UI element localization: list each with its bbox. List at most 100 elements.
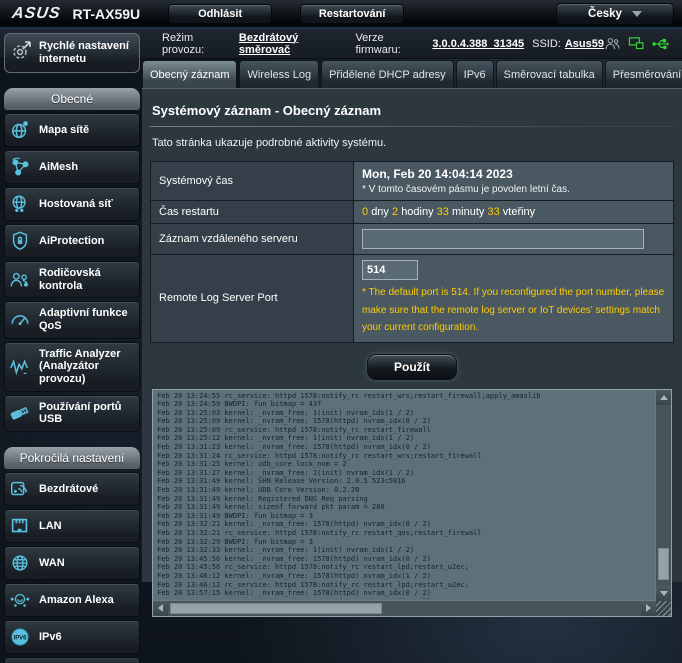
uptime-days-unit: dny <box>371 206 389 218</box>
sidebar-item-amazon-alexa[interactable]: Amazon Alexa <box>4 583 140 617</box>
system-log-viewer[interactable]: Feb 20 13:24:55 rc_service: httpd 1578:n… <box>152 389 672 617</box>
sidebar-item-lan[interactable]: LAN <box>4 509 140 543</box>
reboot-button[interactable]: Restartování <box>300 4 404 24</box>
triangle-left-icon <box>158 604 163 612</box>
ssid-label: SSID: <box>532 38 561 50</box>
title-divider <box>150 126 674 127</box>
sidebar-item-label: AiMesh <box>39 161 78 174</box>
guest-network-icon <box>8 193 32 215</box>
aiprotection-icon <box>8 230 32 252</box>
sidebar-item-wan[interactable]: WAN <box>4 546 140 580</box>
uptime-days: 0 <box>362 206 368 218</box>
sidebar-item-adaptive-qos[interactable]: Adaptivní funkce QoS <box>4 301 140 338</box>
router-model: RT-AX59U <box>72 6 140 22</box>
sidebar-item-label: Adaptivní funkce QoS <box>39 307 136 332</box>
language-dropdown[interactable]: Česky <box>556 3 674 25</box>
horizontal-scrollbar[interactable] <box>153 600 656 616</box>
uptime-minutes-unit: minuty <box>452 206 484 218</box>
system-time-value: Mon, Feb 20 14:04:14 2023 <box>362 167 665 181</box>
sidebar-item-label: LAN <box>39 520 62 533</box>
apply-button[interactable]: Použít <box>367 354 457 380</box>
logout-button[interactable]: Odhlásit <box>168 4 272 24</box>
sidebar-item-label: Traffic Analyzer (Analyzátor provozu) <box>39 348 136 386</box>
dst-note: * V tomto časovém pásmu je povolen letní… <box>362 184 665 195</box>
ipv6-icon: IPV6 <box>8 626 32 648</box>
operation-mode-label: Režim provozu: <box>162 32 235 56</box>
uptime-seconds-unit: vteřiny <box>503 206 535 218</box>
tab-general-log[interactable]: Obecný záznam <box>142 60 237 88</box>
sidebar-item-label: WAN <box>39 557 65 570</box>
remote-port-input[interactable] <box>362 260 418 280</box>
qos-icon <box>8 309 32 331</box>
vertical-scroll-thumb[interactable] <box>658 548 669 580</box>
table-row: Remote Log Server Port * The default por… <box>151 255 674 343</box>
scroll-up-button[interactable] <box>656 390 671 405</box>
main-content: Obecný záznam Wireless Log Přidělené DHC… <box>142 60 682 582</box>
sidebar-item-aiprotection[interactable]: AiProtection <box>4 224 140 258</box>
sidebar-item-label: IPv6 <box>39 631 62 644</box>
sidebar-item-parental-controls[interactable]: Rodičovská kontrola <box>4 261 140 298</box>
ssid-link[interactable]: Asus59 <box>565 38 604 50</box>
sidebar: Rychlé nastavení internetu Obecné Mapa s… <box>4 33 140 663</box>
chevron-down-icon <box>632 11 642 17</box>
operation-mode-link[interactable]: Bezdrátový směrovač <box>239 32 348 56</box>
table-row: Čas restartu 0 dny 2 hodiny 33 minuty 33… <box>151 201 674 224</box>
tab-port-forwarding[interactable]: Přesměrování portů <box>605 60 682 88</box>
system-log-text[interactable]: Feb 20 13:24:55 rc_service: httpd 1578:n… <box>157 392 654 599</box>
top-banner: ASUS RT-AX59U Odhlásit Restartování Česk… <box>0 0 682 29</box>
sidebar-item-label: Bezdrátové <box>39 483 98 496</box>
language-value: Česky <box>588 8 622 20</box>
triangle-up-icon <box>660 395 668 400</box>
sidebar-item-wireless[interactable]: Bezdrátové <box>4 472 140 506</box>
sidebar-item-guest-network[interactable]: Hostovaná síť <box>4 187 140 221</box>
sidebar-item-label: AiProtection <box>39 235 104 248</box>
page-description: Tato stránka ukazuje podrobné aktivity s… <box>152 137 672 149</box>
lan-icon <box>8 515 32 537</box>
sidebar-item-label: Používání portů USB <box>39 401 136 426</box>
remote-server-label: Záznam vzdáleného serveru <box>151 224 354 255</box>
sidebar-item-ipv6[interactable]: IPV6 IPv6 <box>4 620 140 654</box>
quick-setup-gear-icon <box>9 39 33 67</box>
network-devices-icon[interactable] <box>628 36 645 51</box>
sidebar-item-partial[interactable] <box>4 657 140 663</box>
sidebar-item-quick-internet-setup[interactable]: Rychlé nastavení internetu <box>4 33 140 73</box>
uptime-hours-unit: hodiny <box>401 206 433 218</box>
sidebar-item-label: Mapa sítě <box>39 124 89 137</box>
sidebar-section-general[interactable]: Obecné <box>4 88 140 110</box>
usb-status-icon[interactable] <box>652 37 670 51</box>
clients-icon[interactable] <box>604 36 621 51</box>
sidebar-section-advanced[interactable]: Pokročilá nastavení <box>4 447 140 469</box>
table-row: Záznam vzdáleného serveru <box>151 224 674 255</box>
network-map-icon <box>8 119 32 141</box>
scroll-left-button[interactable] <box>153 601 168 616</box>
sidebar-item-label: Rodičovská kontrola <box>39 267 136 292</box>
uptime-seconds: 33 <box>487 206 499 218</box>
sidebar-item-aimesh[interactable]: AiMesh <box>4 150 140 184</box>
sidebar-item-traffic-analyzer[interactable]: Traffic Analyzer (Analyzátor provozu) <box>4 342 140 392</box>
resize-grip[interactable] <box>656 601 671 616</box>
wireless-icon <box>8 478 32 500</box>
sidebar-item-label: Amazon Alexa <box>39 594 114 607</box>
scroll-right-button[interactable] <box>641 601 656 616</box>
tab-wireless-log[interactable]: Wireless Log <box>239 60 319 88</box>
uptime-minutes: 33 <box>437 206 449 218</box>
sidebar-item-network-map[interactable]: Mapa sítě <box>4 113 140 147</box>
remote-server-input[interactable] <box>362 229 644 249</box>
uptime-hours: 2 <box>392 206 398 218</box>
sidebar-item-label: Rychlé nastavení internetu <box>39 40 135 66</box>
remote-port-note: * The default port is 514. If you reconf… <box>362 284 665 337</box>
sidebar-item-usb-application[interactable]: Používání portů USB <box>4 395 140 432</box>
wan-icon <box>8 552 32 574</box>
horizontal-scroll-thumb[interactable] <box>170 603 382 614</box>
tab-dhcp-leases[interactable]: Přidělené DHCP adresy <box>321 60 454 88</box>
scroll-down-button[interactable] <box>656 586 671 601</box>
remote-port-label: Remote Log Server Port <box>151 255 354 343</box>
firmware-version-link[interactable]: 3.0.0.4.388_31345 <box>432 38 524 50</box>
vertical-scrollbar[interactable] <box>655 390 671 601</box>
firmware-label: Verze firmwaru: <box>355 32 428 56</box>
tab-routing-table[interactable]: Směrovací tabulka <box>496 60 603 88</box>
page-title: Systémový záznam - Obecný záznam <box>152 103 672 118</box>
usb-icon <box>8 402 32 424</box>
tab-ipv6[interactable]: IPv6 <box>456 60 494 88</box>
system-time-label: Systémový čas <box>151 162 354 201</box>
